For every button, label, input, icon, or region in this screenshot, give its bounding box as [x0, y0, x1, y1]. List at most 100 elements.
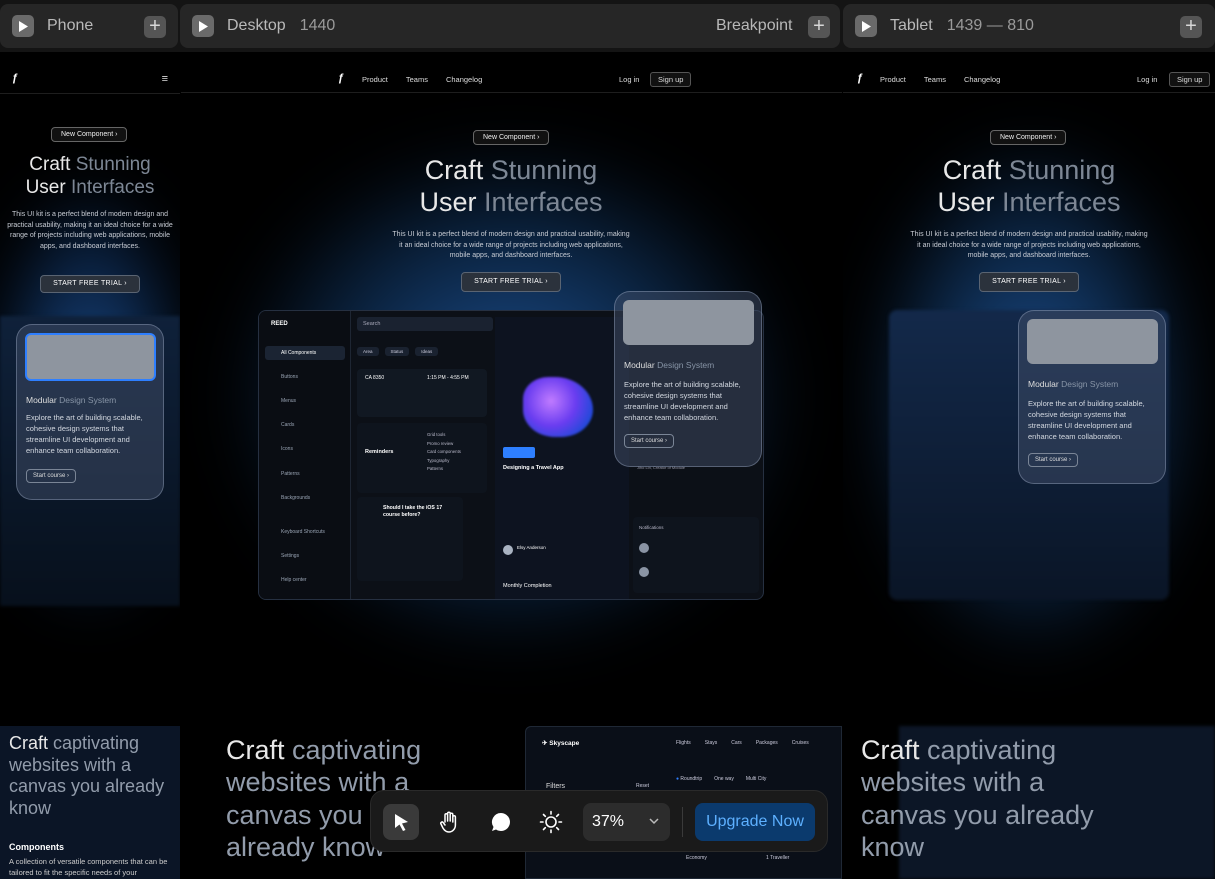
- bottom-heading: Craft captivating websites with a canvas…: [9, 733, 165, 818]
- add-breakpoint-icon[interactable]: +: [1180, 16, 1202, 38]
- traveler-count[interactable]: 1 Traveller: [766, 855, 789, 861]
- start-course-button[interactable]: Start course ›: [26, 469, 77, 483]
- hero-heading: Craft Stunning User Interfaces: [419, 155, 603, 218]
- new-component-pill[interactable]: New Component ›: [990, 130, 1067, 145]
- flight-code: CA 8350: [365, 375, 385, 381]
- play-icon[interactable]: [192, 15, 214, 37]
- add-breakpoint-icon[interactable]: +: [144, 16, 166, 38]
- tablet-nav: ƒ Product Teams Changelog Log in Sign up: [843, 66, 1215, 93]
- signup-button[interactable]: Sign up: [1169, 72, 1211, 87]
- sidebar-item-8[interactable]: Settings: [281, 553, 299, 559]
- trip-type-option[interactable]: One way: [714, 776, 734, 782]
- hero-description: This UI kit is a perfect blend of modern…: [392, 231, 630, 259]
- checklist-item[interactable]: Promo review: [427, 440, 461, 449]
- login-link[interactable]: Log in: [619, 75, 639, 84]
- question-card: Should I take the iOS 17 course before?: [357, 497, 463, 581]
- card-title: Modular Design System: [26, 395, 117, 405]
- phone-nav: ƒ ≡: [0, 66, 180, 94]
- breakpoint-label[interactable]: Breakpoint: [716, 17, 793, 35]
- author-name: Elsy Anderson: [517, 545, 546, 550]
- nav-product[interactable]: Product: [880, 75, 906, 84]
- tab-phone[interactable]: Phone +: [0, 4, 178, 48]
- sidebar-item-3[interactable]: Cards: [281, 422, 294, 428]
- sidebar-item-2[interactable]: Menus: [281, 398, 296, 404]
- trip-type-option[interactable]: Multi City: [746, 776, 767, 782]
- checklist-item[interactable]: Patterns: [427, 465, 461, 474]
- chip[interactable]: Area: [357, 347, 379, 356]
- skyscape-nav-item[interactable]: Packages: [756, 740, 778, 746]
- glass-card: Modular Design System Explore the art of…: [1018, 310, 1166, 484]
- sidebar-item-4[interactable]: Icons: [281, 446, 293, 452]
- sidebar-item-9[interactable]: Help center: [281, 577, 307, 583]
- bottom-heading: Craft captivating websites with a canvas…: [861, 735, 1094, 863]
- start-free-trial-button[interactable]: START FREE TRIAL ›: [979, 272, 1079, 292]
- start-course-button[interactable]: Start course ›: [624, 434, 675, 448]
- zoom-select[interactable]: 37%: [583, 803, 670, 841]
- nav-changelog[interactable]: Changelog: [964, 75, 1000, 84]
- nav-product[interactable]: Product: [362, 75, 388, 84]
- card-description: Explore the art of building scalable, co…: [26, 413, 143, 455]
- components-text: A collection of versatile components tha…: [9, 857, 168, 877]
- cabin-class[interactable]: Economy: [686, 855, 707, 861]
- comment-tool-button[interactable]: [483, 804, 519, 840]
- select-tool-button[interactable]: [383, 804, 419, 840]
- card-thumbnail: [623, 300, 754, 345]
- phone-frame[interactable]: ƒ ≡ New Component › Craft Stunning User …: [0, 66, 180, 879]
- login-link[interactable]: Log in: [1137, 75, 1157, 84]
- trip-type-option[interactable]: ● Roundtrip: [676, 776, 702, 782]
- nav-teams[interactable]: Teams: [406, 75, 428, 84]
- start-course-button[interactable]: Start course ›: [1028, 453, 1079, 467]
- checklist-item[interactable]: Card components: [427, 448, 461, 457]
- upgrade-now-button[interactable]: Upgrade Now: [695, 803, 815, 841]
- travel-card-title: Designing a Travel App: [503, 465, 564, 471]
- question-text: Should I take the iOS 17 course before?: [383, 505, 443, 519]
- sidebar-item-1[interactable]: Buttons: [281, 374, 298, 380]
- signup-button[interactable]: Sign up: [650, 72, 692, 87]
- sidebar-item-0[interactable]: All Components: [281, 350, 316, 356]
- theme-toggle-button[interactable]: [533, 804, 569, 840]
- dashboard-search[interactable]: Search: [357, 317, 493, 331]
- skyscape-nav: Flights Stays Cars Packages Cruises: [676, 740, 809, 746]
- add-breakpoint-icon[interactable]: +: [808, 16, 830, 38]
- checklist-item[interactable]: Grid tools: [427, 431, 461, 440]
- skyscape-nav-item[interactable]: Cars: [731, 740, 742, 746]
- flight-time: 1:15 PM - 4:55 PM: [427, 375, 469, 381]
- tab-tablet[interactable]: Tablet 1439 — 810 +: [843, 4, 1215, 48]
- card-title: Modular Design System: [1028, 379, 1119, 389]
- chip[interactable]: Ideas: [415, 347, 439, 356]
- monthly-completion-title: Monthly Completion: [503, 583, 552, 589]
- card-thumbnail: [1027, 319, 1158, 364]
- chip[interactable]: Status: [384, 347, 410, 356]
- nav-teams[interactable]: Teams: [924, 75, 946, 84]
- new-component-pill[interactable]: New Component ›: [473, 130, 550, 145]
- tab-desktop-width: 1440: [299, 17, 336, 34]
- card-description: Explore the art of building scalable, co…: [624, 380, 741, 422]
- trip-types: ● Roundtrip One way Multi City: [676, 776, 766, 782]
- start-free-trial-button[interactable]: START FREE TRIAL ›: [461, 272, 561, 292]
- skyscape-nav-item[interactable]: Stays: [705, 740, 718, 746]
- toolbar-divider: [682, 807, 683, 837]
- notifications-card: Notifications: [633, 517, 759, 593]
- tablet-frame[interactable]: ƒ Product Teams Changelog Log in Sign up…: [843, 66, 1215, 879]
- glass-card: Modular Design System Explore the art of…: [16, 324, 164, 500]
- hand-tool-button[interactable]: [431, 804, 467, 840]
- gradient-blob-image: [523, 377, 593, 437]
- sun-icon: [539, 810, 563, 834]
- menu-icon[interactable]: ≡: [162, 73, 168, 85]
- sidebar-item-6[interactable]: Backgrounds: [281, 495, 310, 501]
- skyscape-nav-item[interactable]: Cruises: [792, 740, 809, 746]
- checklist-item[interactable]: Typography: [427, 457, 461, 466]
- nav-changelog[interactable]: Changelog: [446, 75, 482, 84]
- sidebar-item-7[interactable]: Keyboard Shortcuts: [281, 529, 325, 535]
- start-free-trial-button[interactable]: START FREE TRIAL ›: [40, 275, 140, 293]
- chip-row: Area Status Ideas: [357, 347, 439, 356]
- card-thumbnail: [25, 333, 156, 381]
- new-component-pill[interactable]: New Component ›: [51, 127, 128, 142]
- desktop-frame[interactable]: ƒ Product Teams Changelog Log in Sign up…: [181, 66, 842, 879]
- reset-link[interactable]: Reset: [636, 783, 649, 789]
- play-icon[interactable]: [855, 15, 877, 37]
- sidebar-item-5[interactable]: Patterns: [281, 471, 300, 477]
- tab-desktop[interactable]: Desktop 1440 Breakpoint +: [180, 4, 840, 48]
- play-icon[interactable]: [12, 15, 34, 37]
- skyscape-nav-item[interactable]: Flights: [676, 740, 691, 746]
